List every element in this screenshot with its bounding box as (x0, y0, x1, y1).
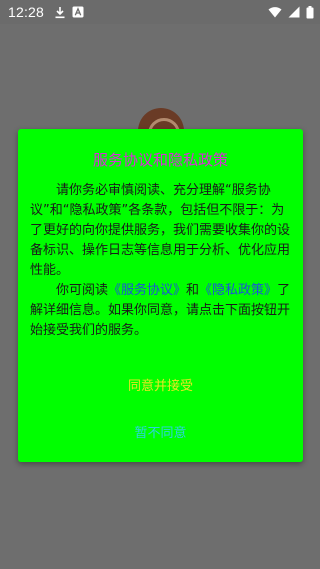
service-agreement-link[interactable]: 《服务协议》 (108, 283, 186, 298)
status-left-icons (54, 6, 84, 19)
notification-a-icon (72, 6, 84, 18)
wifi-icon (268, 7, 282, 18)
paragraph-2-lead: 你可阅读 (56, 283, 109, 298)
status-right-icons (268, 0, 314, 24)
disagree-button[interactable]: 暂不同意 (18, 422, 303, 444)
dialog-title: 服务协议和隐私政策 (92, 151, 228, 169)
status-time: 12:28 (8, 4, 45, 20)
signal-icon (288, 6, 300, 18)
download-icon (55, 6, 65, 18)
privacy-dialog: 服务协议和隐私政策 请你务必审慎阅读、充分理解“服务协议”和“隐私政策”各条款，… (18, 129, 303, 462)
agree-button[interactable]: 同意并接受 (18, 375, 303, 397)
privacy-policy-link[interactable]: 《隐私政策》 (199, 283, 277, 298)
dialog-paragraph-2: 你可阅读《服务协议》和《隐私政策》了解详细信息。如果你同意，请点击下面按钮开始接… (30, 281, 292, 341)
paragraph-2-and: 和 (186, 283, 200, 298)
dialog-paragraph-1: 请你务必审慎阅读、充分理解“服务协议”和“隐私政策”各条款，包括但不限于：为了更… (30, 183, 291, 278)
battery-icon (306, 5, 314, 18)
status-bar: 12:28 (0, 0, 320, 24)
dialog-body: 请你务必审慎阅读、充分理解“服务协议”和“隐私政策”各条款，包括但不限于：为了更… (30, 181, 292, 341)
